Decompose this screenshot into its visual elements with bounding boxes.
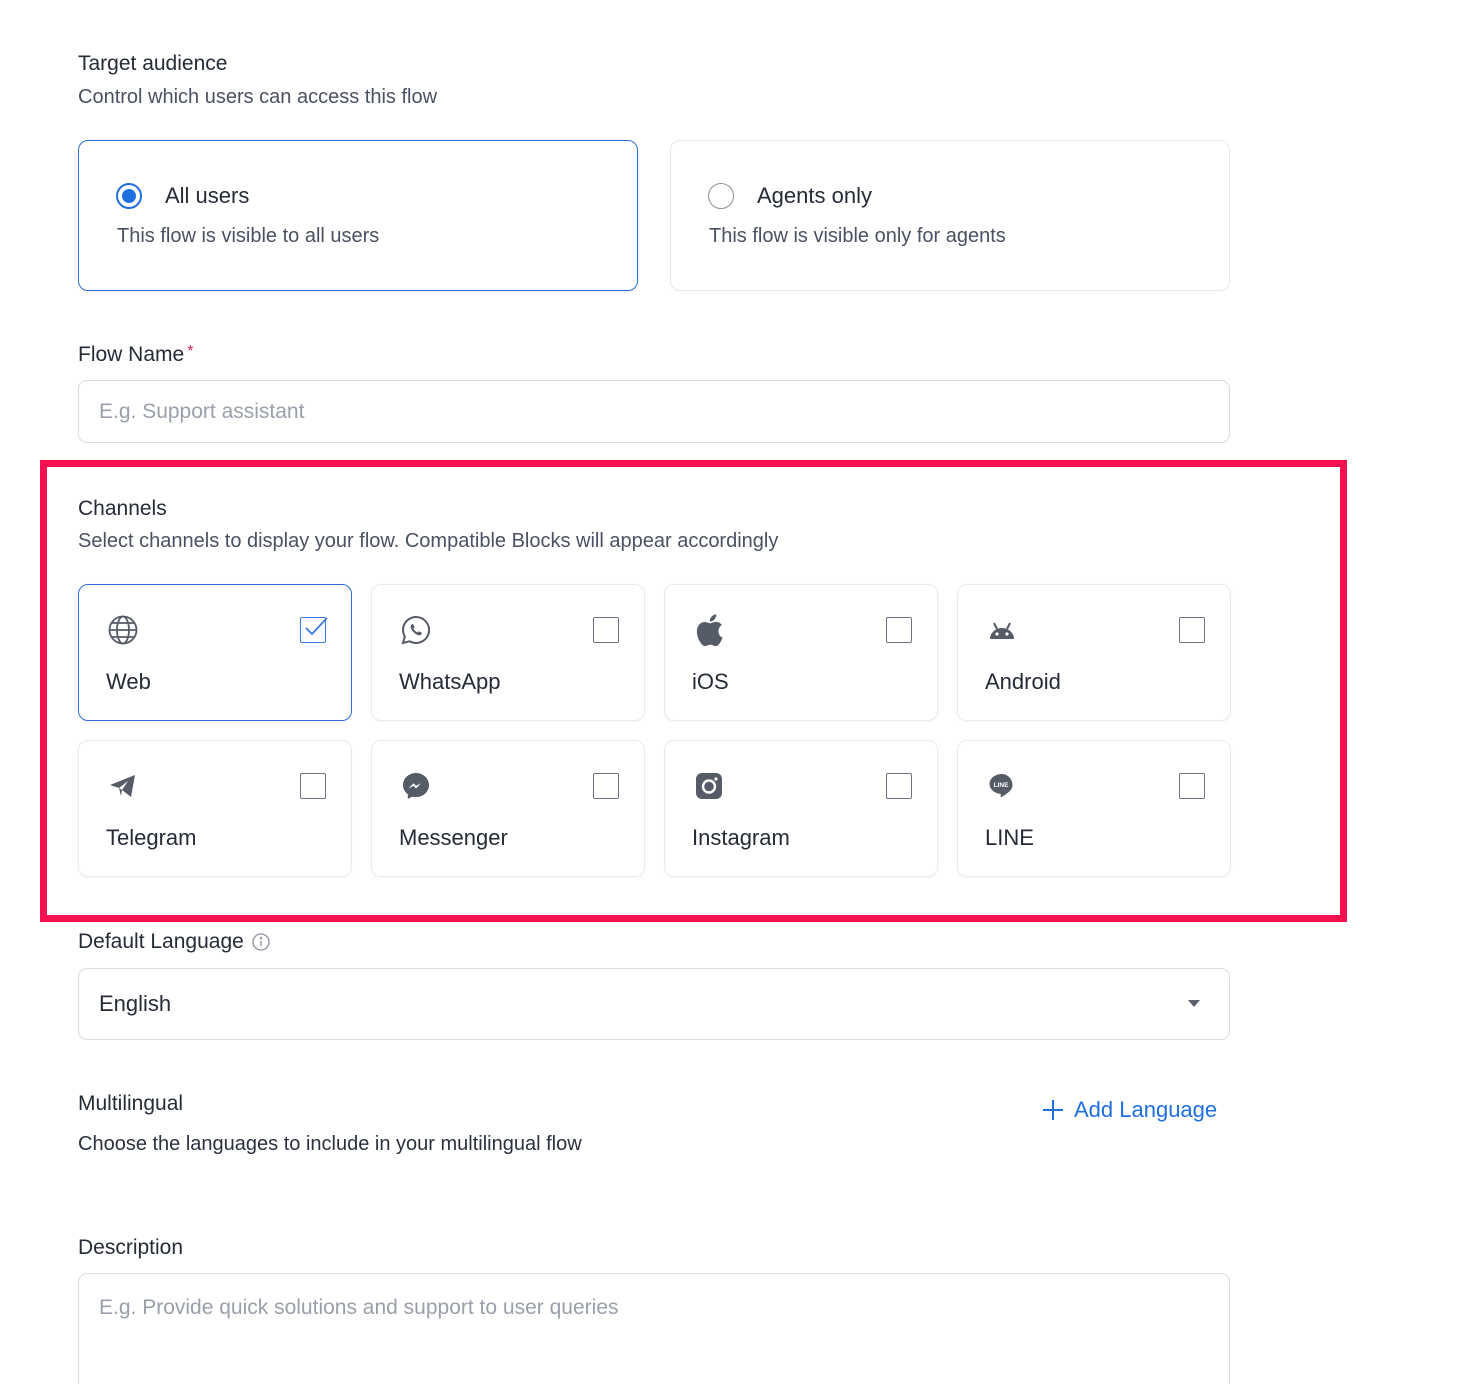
target-audience-subtitle: Control which users can access this flow xyxy=(78,86,438,108)
channel-card-android[interactable]: Android xyxy=(957,584,1231,721)
messenger-icon xyxy=(399,769,433,803)
channel-card-web[interactable]: Web xyxy=(78,584,352,721)
line-checkbox[interactable] xyxy=(1179,773,1205,799)
channel-label: LINE xyxy=(985,825,1034,850)
channel-label: Web xyxy=(106,669,151,694)
required-asterisk: * xyxy=(187,343,194,360)
plus-icon xyxy=(1040,1097,1066,1123)
selected-language: English xyxy=(99,991,172,1016)
multilingual-title: Multilingual xyxy=(78,1092,184,1115)
target-audience-title: Target audience xyxy=(78,52,228,75)
instagram-icon xyxy=(692,769,726,803)
telegram-icon xyxy=(106,769,140,803)
add-language-button[interactable]: Add Language xyxy=(1040,1097,1217,1123)
channel-label: Android xyxy=(985,669,1061,694)
flow-name-label: Flow Name * xyxy=(78,343,193,367)
description-label: Description xyxy=(78,1236,184,1259)
audience-option-all-users[interactable]: All users This flow is visible to all us… xyxy=(78,140,638,291)
web-checkbox[interactable] xyxy=(300,617,328,643)
globe-icon xyxy=(106,613,140,647)
channel-label: Telegram xyxy=(106,825,197,850)
channel-label: Messenger xyxy=(399,825,508,850)
whatsapp-checkbox[interactable] xyxy=(593,617,619,643)
audience-option-description: This flow is visible to all users xyxy=(117,225,380,247)
instagram-checkbox[interactable] xyxy=(886,773,912,799)
add-language-label: Add Language xyxy=(1074,1097,1218,1122)
flow-name-label-text: Flow Name xyxy=(78,343,185,366)
android-checkbox[interactable] xyxy=(1179,617,1205,643)
agents-only-radio[interactable] xyxy=(708,183,734,209)
ios-checkbox[interactable] xyxy=(886,617,912,643)
channel-card-whatsapp[interactable]: WhatsApp xyxy=(371,584,645,721)
default-language-select[interactable]: English xyxy=(78,968,1230,1040)
chevron-down-icon xyxy=(1188,1000,1200,1007)
channel-card-messenger[interactable]: Messenger xyxy=(371,740,645,877)
channel-card-line[interactable]: LINE LINE xyxy=(957,740,1231,877)
flow-name-input[interactable] xyxy=(78,380,1230,443)
channel-card-ios[interactable]: iOS xyxy=(664,584,938,721)
whatsapp-icon xyxy=(399,613,433,647)
all-users-radio[interactable] xyxy=(116,183,142,209)
audience-option-agents-only[interactable]: Agents only This flow is visible only fo… xyxy=(670,140,1230,291)
info-icon[interactable] xyxy=(252,933,270,951)
messenger-checkbox[interactable] xyxy=(593,773,619,799)
channels-title: Channels xyxy=(78,497,167,520)
channel-card-telegram[interactable]: Telegram xyxy=(78,740,352,877)
multilingual-subtitle: Choose the languages to include in your … xyxy=(78,1133,582,1155)
apple-icon xyxy=(692,613,726,647)
channels-subtitle: Select channels to display your flow. Co… xyxy=(78,530,779,552)
audience-option-title: All users xyxy=(165,183,250,208)
channel-label: WhatsApp xyxy=(399,669,501,694)
audience-option-title: Agents only xyxy=(757,183,872,208)
description-textarea[interactable] xyxy=(78,1273,1230,1384)
default-language-label: Default Language xyxy=(78,930,270,954)
channel-card-instagram[interactable]: Instagram xyxy=(664,740,938,877)
svg-text:LINE: LINE xyxy=(994,782,1009,789)
channel-label: Instagram xyxy=(692,825,790,850)
default-language-label-text: Default Language xyxy=(78,930,244,953)
android-icon xyxy=(985,613,1019,647)
audience-option-description: This flow is visible only for agents xyxy=(709,225,1006,247)
line-icon: LINE xyxy=(985,769,1019,803)
telegram-checkbox[interactable] xyxy=(300,773,326,799)
channel-label: iOS xyxy=(692,669,729,694)
